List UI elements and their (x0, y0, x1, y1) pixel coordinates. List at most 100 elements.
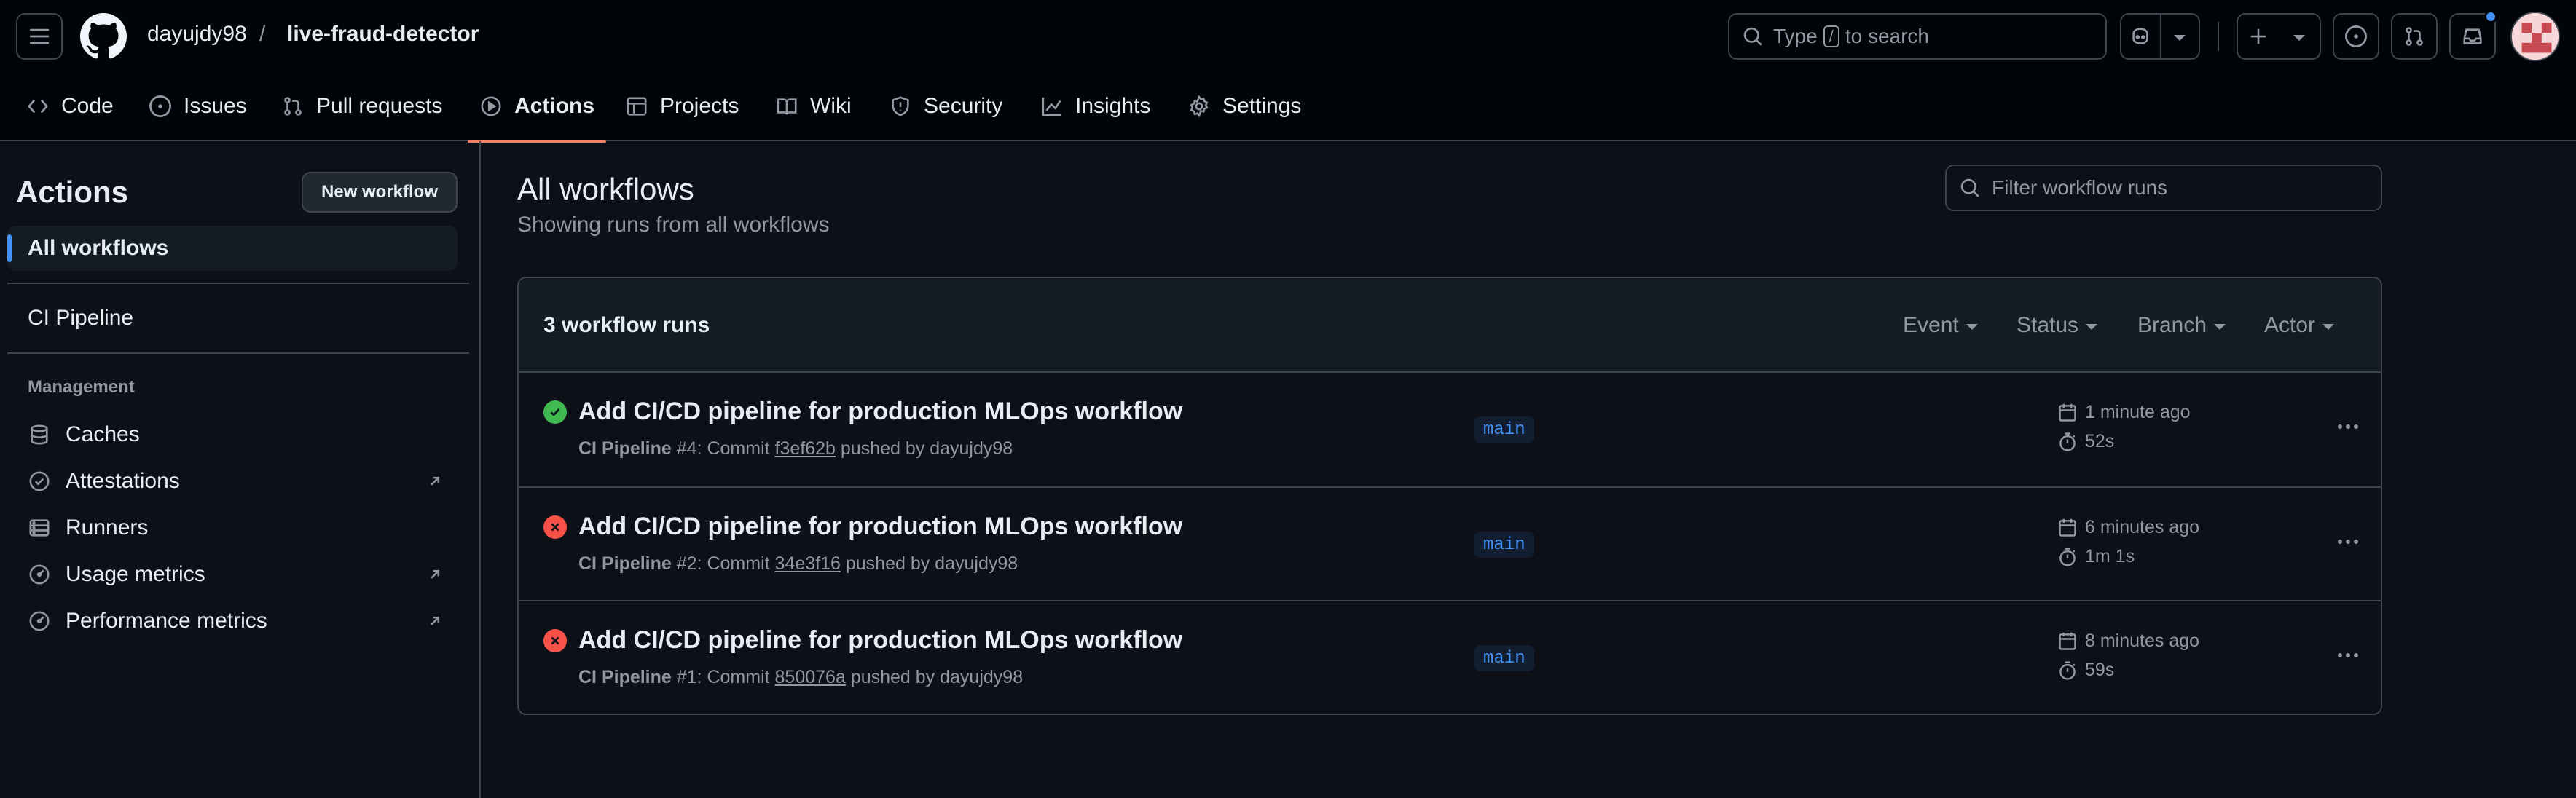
table-icon (625, 95, 648, 118)
search-input[interactable]: Type / to search (1728, 13, 2107, 60)
actor-filter-dropdown[interactable]: Actor (2264, 313, 2335, 338)
link-external-icon (431, 476, 440, 486)
commit-sha-link[interactable]: 34e3f16 (775, 553, 841, 574)
run-meta: CI Pipeline #4: Commit f3ef62b pushed by… (578, 438, 1013, 459)
search-prefix: Type (1773, 25, 1818, 47)
kebab-menu-button[interactable] (2330, 414, 2366, 440)
run-workflow-name: CI Pipeline (578, 667, 672, 687)
run-title-link[interactable]: Add CI/CD pipeline for production MLOps … (578, 513, 1182, 541)
plus-icon (2238, 15, 2279, 58)
open-menu-button[interactable] (16, 13, 63, 60)
repository-nav: Code Issues Pull requests Actions Projec… (0, 71, 2576, 143)
run-duration-text: 59s (2085, 660, 2115, 680)
run-timestamp: 6 minutes ago (2057, 517, 2199, 538)
copilot-button-group (2120, 13, 2200, 60)
avatar[interactable] (2510, 12, 2560, 61)
stopwatch-icon (2059, 660, 2076, 680)
branch-tag[interactable]: main (1474, 645, 1534, 671)
breadcrumb-repo[interactable]: live-fraud-detector (287, 22, 479, 47)
tab-projects[interactable]: Projects (625, 71, 739, 141)
status-filter-label: Status (2017, 313, 2079, 337)
filter-workflow-runs-input[interactable]: Filter workflow runs (1945, 165, 2382, 211)
your-issues-button[interactable] (2333, 13, 2379, 60)
tab-wiki[interactable]: Wiki (775, 71, 852, 141)
calendar-icon (2059, 632, 2076, 650)
commit-sha-link[interactable]: 850076a (775, 667, 846, 687)
your-pull-requests-button[interactable] (2391, 13, 2438, 60)
header-divider (2218, 22, 2219, 51)
copilot-menu-button[interactable] (2159, 15, 2199, 58)
branch-filter-dropdown[interactable]: Branch (2137, 313, 2226, 338)
link-external-icon (431, 569, 440, 579)
inbox-icon (2463, 28, 2482, 44)
new-workflow-button[interactable]: New workflow (302, 172, 458, 213)
sidebar-item-performance-metrics[interactable]: Performance metrics (7, 598, 458, 644)
notification-indicator (2484, 10, 2497, 23)
sidebar-item-usage-metrics[interactable]: Usage metrics (7, 552, 458, 597)
filter-placeholder: Filter workflow runs (1992, 176, 2168, 199)
search-shortcut-key: / (1823, 25, 1839, 47)
issue-icon (149, 95, 172, 118)
run-pushed-by: pushed by dayujdy98 (850, 667, 1024, 687)
run-duration: 52s (2057, 431, 2114, 452)
sidebar-item-label: Usage metrics (66, 562, 205, 586)
tab-settings[interactable]: Settings (1187, 71, 1301, 141)
run-pushed-by: pushed by dayujdy98 (845, 553, 1018, 574)
play-icon (479, 95, 503, 118)
run-pushed-by: pushed by dayujdy98 (840, 438, 1013, 459)
meter-icon (28, 609, 51, 633)
chevron-down-icon (2279, 15, 2320, 58)
commit-sha-link[interactable]: f3ef62b (775, 438, 836, 459)
status-filter-dropdown[interactable]: Status (2017, 313, 2098, 338)
breadcrumb-separator: / (259, 22, 266, 46)
tab-projects-label: Projects (660, 94, 739, 118)
tab-pull-requests[interactable]: Pull requests (281, 71, 442, 141)
run-when-text: 6 minutes ago (2085, 517, 2200, 537)
branch-tag[interactable]: main (1474, 416, 1534, 443)
github-logo-icon[interactable] (80, 13, 127, 60)
sidebar-item-label: Runners (66, 515, 149, 540)
chevron-down-icon (2086, 324, 2098, 330)
management-heading: Management (28, 377, 135, 397)
tab-security[interactable]: Security (889, 71, 1002, 141)
event-filter-dropdown[interactable]: Event (1903, 313, 1978, 338)
run-when-text: 8 minutes ago (2085, 631, 2200, 651)
kebab-menu-button[interactable] (2330, 642, 2366, 668)
x-circle-icon (543, 629, 567, 652)
tab-actions[interactable]: Actions (467, 71, 607, 143)
create-new-button[interactable] (2237, 13, 2321, 60)
book-icon (775, 95, 798, 118)
code-icon (26, 95, 50, 118)
kebab-menu-button[interactable] (2330, 529, 2366, 555)
run-title-link[interactable]: Add CI/CD pipeline for production MLOps … (578, 398, 1182, 426)
run-timestamp: 8 minutes ago (2057, 631, 2199, 652)
tab-settings-label: Settings (1222, 94, 1302, 118)
run-duration: 59s (2057, 660, 2114, 681)
tab-wiki-label: Wiki (810, 94, 852, 118)
sidebar-item-ci-pipeline[interactable]: CI Pipeline (7, 296, 458, 341)
chevron-down-icon (2174, 35, 2186, 41)
chevron-down-icon (2322, 324, 2335, 330)
sidebar-item-runners[interactable]: Runners (7, 505, 458, 550)
workflow-run-row[interactable]: Add CI/CD pipeline for production MLOps … (519, 373, 2381, 486)
copilot-icon (2132, 28, 2149, 44)
sidebar-item-attestations[interactable]: Attestations (7, 459, 458, 504)
sidebar-item-all-workflows[interactable]: All workflows (7, 226, 458, 271)
workflow-runs-header: 3 workflow runs Event Status Branch Acto… (519, 278, 2381, 373)
tab-pull-requests-label: Pull requests (316, 94, 443, 118)
sidebar-item-caches[interactable]: Caches (7, 412, 458, 457)
run-title-link[interactable]: Add CI/CD pipeline for production MLOps … (578, 626, 1182, 655)
workflow-run-row[interactable]: Add CI/CD pipeline for production MLOps … (519, 486, 2381, 600)
run-duration: 1m 1s (2057, 546, 2135, 567)
run-duration-text: 52s (2085, 431, 2115, 451)
copilot-button[interactable] (2121, 15, 2160, 58)
breadcrumb-owner[interactable]: dayujdy98 (147, 22, 247, 47)
run-number: #4 (676, 438, 697, 459)
branch-tag[interactable]: main (1474, 532, 1534, 558)
server-icon (28, 516, 51, 540)
calendar-icon (2059, 403, 2076, 422)
workflow-run-row[interactable]: Add CI/CD pipeline for production MLOps … (519, 600, 2381, 714)
tab-insights[interactable]: Insights (1040, 71, 1150, 141)
tab-code[interactable]: Code (26, 71, 114, 141)
tab-issues[interactable]: Issues (149, 71, 247, 141)
